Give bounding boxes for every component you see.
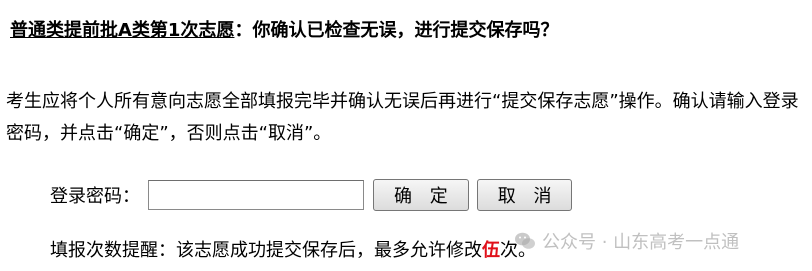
password-input[interactable] — [148, 180, 364, 210]
confirm-button[interactable]: 确 定 — [373, 179, 469, 211]
title-question: ：你确认已检查无误，进行提交保存吗？ — [234, 20, 559, 41]
submission-count-reminder: 填报次数提醒：该志愿成功提交保存后，最多允许修改伍次。 — [50, 236, 536, 262]
instruction-text: 考生应将个人所有意向志愿全部填报完毕并确认无误后再进行“提交保存志愿”操作。确认… — [6, 91, 799, 144]
wechat-icon — [515, 232, 535, 249]
watermark: 公众号 · 山东高考一点通 — [514, 228, 739, 254]
volunteer-batch-name: 普通类提前批A类第1次志愿 — [10, 20, 235, 41]
dialog-title: 普通类提前批A类第1次志愿：你确认已检查无误，进行提交保存吗？ — [10, 16, 558, 42]
remaining-count: 伍 — [482, 240, 500, 261]
reminder-prefix: 填报次数提醒：该志愿成功提交保存后，最多允许修改 — [50, 240, 482, 261]
watermark-text: 公众号 · 山东高考一点通 — [542, 232, 740, 253]
password-label: 登录密码： — [50, 186, 140, 207]
password-row: 登录密码： 确 定 取 消 — [50, 178, 580, 212]
cancel-button[interactable]: 取 消 — [476, 179, 573, 211]
